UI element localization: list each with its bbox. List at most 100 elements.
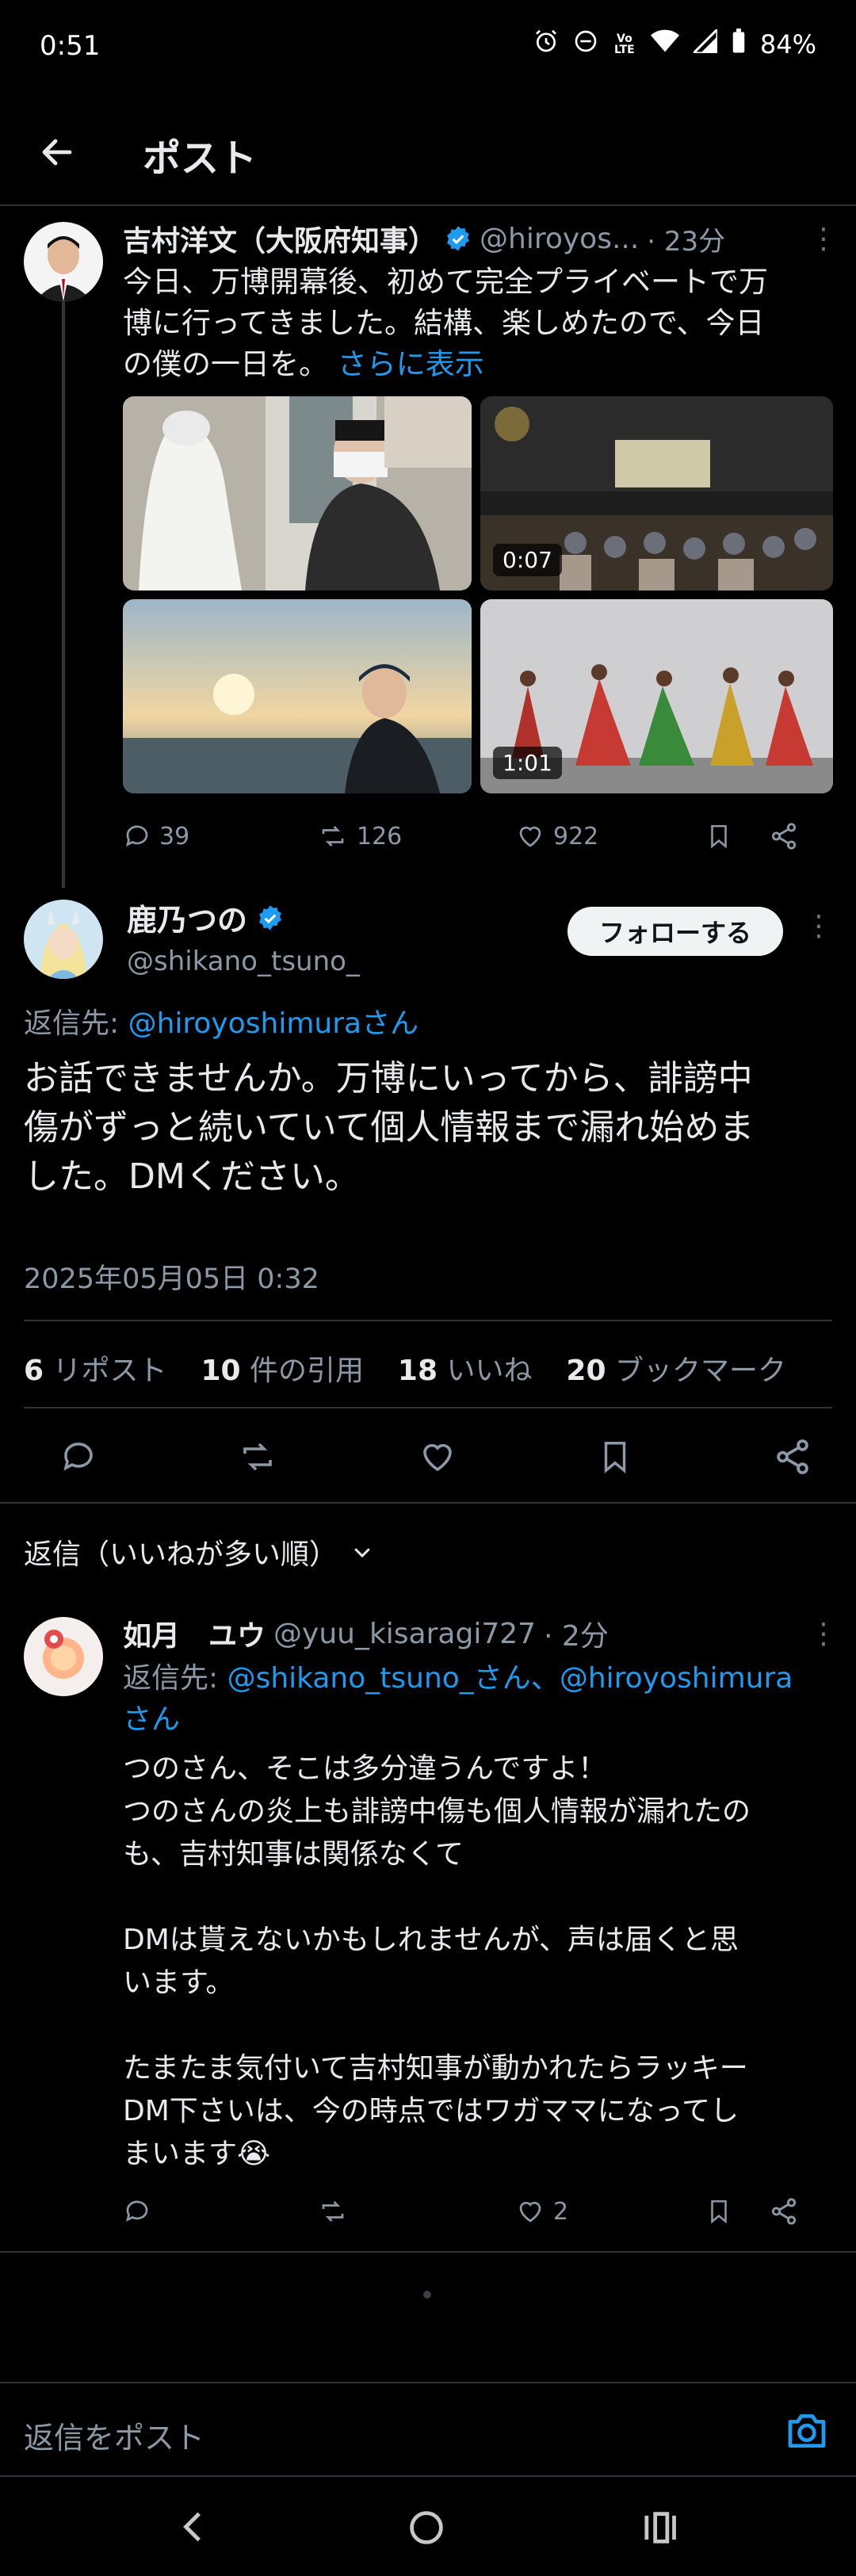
reply-icon (125, 2200, 148, 2222)
author-handle[interactable]: @shikano_tsuno_ (127, 946, 571, 977)
reply-to-line: 返信先: @hiroyoshimuraさん (24, 1007, 419, 1040)
back-button[interactable] (32, 127, 82, 178)
media-image-2[interactable] (123, 599, 472, 793)
camera-button[interactable] (785, 2409, 829, 2456)
divider (24, 1407, 832, 1408)
video-duration-badge: 0:07 (493, 544, 562, 576)
reposts-count[interactable]: 6 リポスト (24, 1355, 167, 1387)
divider (24, 1320, 832, 1321)
verified-badge-icon (447, 226, 469, 251)
reply-icon[interactable] (59, 1438, 97, 1476)
divider (0, 2251, 856, 2253)
top-app-bar: ポスト (0, 95, 856, 206)
bookmark-icon[interactable] (597, 1437, 633, 1477)
bookmark-button[interactable] (705, 2196, 769, 2226)
video-duration-badge: 1:01 (493, 747, 562, 779)
heart-icon (519, 826, 541, 847)
volte-icon: Vo LTE (614, 32, 635, 56)
share-button[interactable] (769, 2196, 816, 2226)
more-options-icon[interactable]: ⋮ (809, 223, 838, 255)
reply-input[interactable]: 返信をポスト (24, 2414, 737, 2457)
chevron-left-icon (183, 2512, 201, 2542)
avatar-shikano[interactable] (24, 900, 103, 979)
recents-icon (644, 2512, 676, 2544)
more-options-icon[interactable]: ⋮ (804, 910, 833, 942)
reply-icon (125, 825, 148, 847)
likes-count[interactable]: 18 いいね (398, 1355, 533, 1387)
signal-icon (690, 26, 719, 59)
reply-to-handle-link[interactable]: @hiroyoshimuraさん (128, 1007, 419, 1040)
share-icon (771, 2198, 797, 2225)
author-name[interactable]: 吉村洋文（大阪府知事） (123, 218, 437, 259)
battery-percent: 84% (759, 29, 816, 59)
reply-to-handle-link[interactable]: @shikano_tsuno_さん (227, 1662, 531, 1695)
repost-button[interactable] (317, 2197, 515, 2226)
parent-post-text: 今日、万博開幕後、初めて完全プライベートで万 博に行ってきました。結構、楽しめた… (123, 265, 768, 381)
share-icon[interactable] (773, 1437, 812, 1477)
status-bar: 0:51 Vo LTE 84% (0, 0, 856, 95)
loading-dot (423, 2291, 431, 2299)
post-time: · 2分 (544, 1620, 609, 1653)
main-post-actions (59, 1433, 812, 1481)
arrow-left-icon (42, 139, 72, 166)
thread-connector (62, 301, 65, 888)
nav-recents-button[interactable] (638, 2507, 679, 2551)
battery-icon (732, 29, 746, 60)
avatar-yoshimura[interactable] (24, 222, 103, 301)
media-image-1[interactable] (123, 396, 472, 590)
reply-button[interactable]: 39 (123, 822, 317, 850)
bookmarks-count[interactable]: 20 ブックマーク (566, 1355, 786, 1387)
media-video-1[interactable]: 0:07 (480, 396, 833, 590)
reply-to-line: 返信先: @shikano_tsuno_さん、@hiroyoshimura さん (123, 1662, 793, 1736)
reply-header: 如月 ユウ @yuu_kisaragi727 · 2分 ⋮ (123, 1613, 838, 1654)
like-button[interactable]: 922 (515, 822, 705, 850)
share-icon (771, 823, 797, 850)
status-time: 0:51 (40, 30, 101, 62)
dnd-icon (573, 29, 598, 60)
heart-icon (519, 2201, 541, 2222)
media-video-2[interactable]: 1:01 (480, 599, 833, 793)
like-button[interactable]: 2 (515, 2197, 705, 2226)
author-handle[interactable]: @yuu_kisaragi727 (273, 1618, 536, 1650)
avatar-kisaragi[interactable] (24, 1617, 103, 1696)
repost-icon[interactable] (237, 1438, 278, 1476)
reply-button[interactable] (123, 2197, 317, 2226)
status-icons: Vo LTE 84% (533, 26, 816, 60)
repost-button[interactable]: 126 (317, 822, 515, 850)
reply-sort-dropdown[interactable]: 返信（いいねが多い順） (24, 1531, 374, 1573)
quotes-count[interactable]: 10 件の引用 (201, 1355, 364, 1387)
alarm-icon (533, 29, 559, 60)
nav-home-button[interactable] (406, 2507, 447, 2551)
divider (0, 1502, 856, 1504)
camera-icon (788, 2414, 826, 2448)
reply-text: つのさん、そこは多分違うんですよ！ つのさんの炎上も誹謗中傷も個人情報が漏れたの… (123, 1752, 751, 2170)
verified-badge-icon (259, 904, 281, 931)
author-name[interactable]: 鹿乃つの (127, 896, 247, 939)
post-timestamp: 2025年05月05日 0:32 (24, 1263, 319, 1295)
nav-back-button[interactable] (174, 2507, 214, 2550)
more-options-icon[interactable]: ⋮ (809, 1618, 838, 1650)
share-button[interactable] (769, 821, 816, 851)
reply-actions: 2 (123, 2192, 820, 2231)
parent-post-header: 吉村洋文（大阪府知事） @hiroyos... · 23分 ⋮ (123, 218, 838, 259)
system-nav-bar (0, 2477, 856, 2576)
author-name[interactable]: 如月 ユウ (123, 1613, 266, 1654)
post-time: · 23分 (647, 225, 726, 258)
main-post-author: 鹿乃つの @shikano_tsuno_ (127, 896, 571, 977)
repost-icon (322, 2201, 344, 2222)
repost-icon (322, 826, 344, 847)
page-title: ポスト (143, 136, 258, 181)
home-circle-icon (410, 2511, 443, 2544)
engagement-stats: 6 リポスト 10 件の引用 18 いいね 20 ブックマーク (24, 1347, 786, 1389)
heart-icon[interactable] (418, 1438, 457, 1476)
follow-button[interactable]: フォローする (567, 907, 783, 956)
parent-post-actions: 39 126 922 (123, 816, 820, 856)
show-more-link[interactable]: さらに表示 (338, 347, 484, 381)
reply-compose-bar: 返信をポスト (0, 2382, 856, 2477)
chevron-down-icon (354, 1548, 370, 1558)
author-handle[interactable]: @hiroyos... (480, 223, 639, 255)
bookmark-button[interactable] (705, 821, 769, 851)
reply-to-handle-link[interactable]: @hiroyoshimura (560, 1662, 793, 1695)
bookmark-icon (711, 2200, 727, 2224)
bookmark-icon (711, 824, 727, 849)
